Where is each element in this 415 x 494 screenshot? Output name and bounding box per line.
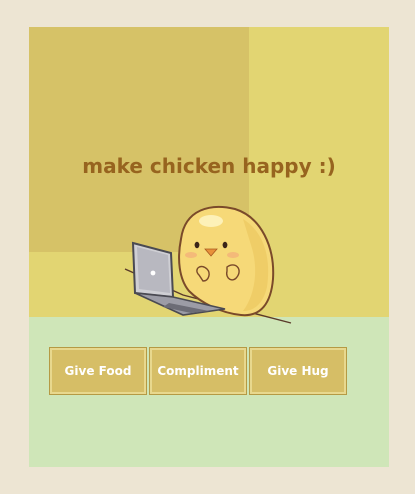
compliment-button[interactable]: Compliment [149, 347, 247, 395]
give-hug-button[interactable]: Give Hug [249, 347, 347, 395]
action-buttons: Give Food Compliment Give Hug [49, 347, 349, 395]
game-card: make chicken happy :) Give Food Complime… [29, 27, 389, 467]
chick-with-laptop-icon [124, 205, 292, 324]
game-title: make chicken happy :) [82, 154, 336, 178]
give-food-button[interactable]: Give Food [49, 347, 147, 395]
